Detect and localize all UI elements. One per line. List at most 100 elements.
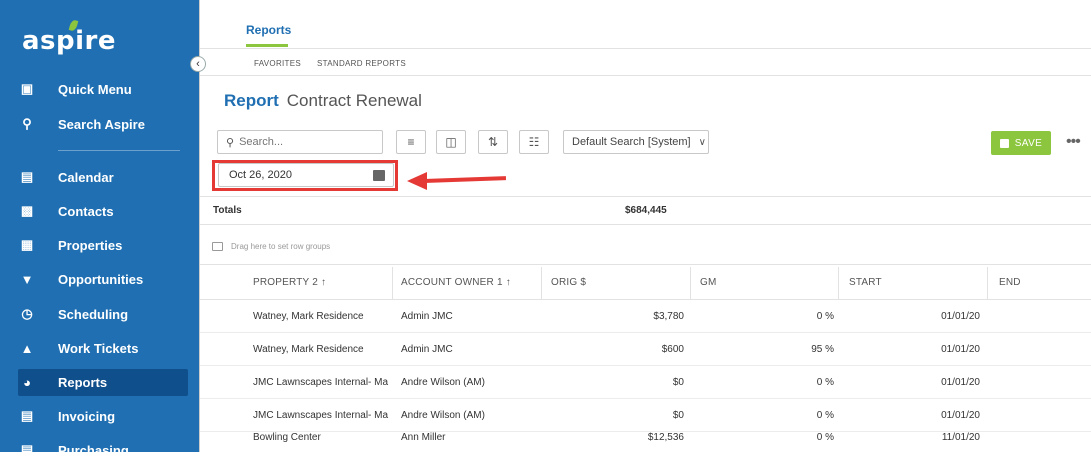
sidebar-item-label: Quick Menu [58,81,132,97]
collapse-sidebar-button[interactable]: ‹ [190,56,206,72]
search-icon: ⚲ [226,136,235,149]
column-divider [392,267,393,299]
sidebar-item-opportunities[interactable]: ▼ Opportunities [20,266,144,292]
row-groups-hint: Drag here to set row groups [231,242,331,251]
cell-start: 01/01/20 [941,311,980,322]
cell-orig: $3,780 [653,311,684,322]
calendar-icon: ▤ [20,169,34,184]
cell-start: 01/01/20 [941,344,980,355]
page-title-report-name: Contract Renewal [286,91,422,110]
table-row[interactable]: JMC Lawnscapes Internal- Ma Andre Wilson… [200,366,1091,399]
save-button[interactable]: SAVE [991,131,1051,155]
sliders-icon: ≡ [407,135,415,149]
sidebar-item-contacts[interactable]: ▩ Contacts [20,198,114,224]
subtab-favorites[interactable]: FAVORITES [254,59,301,68]
floppy-disk-icon [999,138,1009,148]
contacts-icon: ▩ [20,203,34,218]
sidebar-item-search-aspire[interactable]: ⚲ Search Aspire [20,111,145,137]
totals-label: Totals [213,205,242,216]
columns-icon: ◫ [445,135,457,149]
table-row[interactable]: Bowling Center Ann Miller $12,536 0 % 11… [200,418,1091,452]
cell-gm: 0 % [816,432,834,443]
trophy-icon: ▼ [20,271,34,287]
cell-orig: $600 [661,344,684,355]
sidebar: aspire ▣ Quick Menu ⚲ Search Aspire ▤ Ca… [0,0,199,458]
column-header-orig[interactable]: ORIG $ [551,277,586,288]
aspire-logo: aspire [22,26,116,56]
columns-button[interactable]: ◫ [436,130,466,154]
filter-settings-button[interactable]: ≡ [396,130,426,154]
more-options-button[interactable]: ••• [1066,133,1081,151]
group-button[interactable]: ☷ [519,130,549,154]
sort-icon: ⇅ [487,135,499,149]
sidebar-item-properties[interactable]: ▦ Properties [20,232,122,258]
row-group-icon [212,242,223,251]
sidebar-item-label: Invoicing [58,408,116,424]
column-divider [838,267,839,299]
sidebar-item-label: Opportunities [58,271,144,287]
save-button-label: SAVE [1014,137,1043,149]
search-field[interactable]: ⚲ [217,130,383,154]
sidebar-item-label: Calendar [58,169,114,185]
cell-orig: $12,536 [647,432,684,443]
divider [200,224,1091,225]
cell-property: Watney, Mark Residence [253,344,364,355]
column-header-account-owner[interactable]: ACCOUNT OWNER 1 ↑ [401,277,511,288]
row-groups-dropzone[interactable]: Drag here to set row groups [212,242,330,251]
column-divider [541,267,542,299]
sidebar-divider [58,150,180,151]
page-title-prefix: Report [224,91,279,110]
properties-icon: ▦ [20,237,34,252]
column-header-property[interactable]: PROPERTY 2 ↑ [253,277,326,288]
sidebar-item-label: Properties [58,237,123,253]
sidebar-item-label: Purchasing [58,442,129,458]
saved-search-select[interactable]: Default Search [System] ∨ [563,130,709,154]
sort-button[interactable]: ⇅ [478,130,508,154]
sidebar-item-work-tickets[interactable]: ▲ Work Tickets [20,335,139,361]
column-divider [987,267,988,299]
column-header-end[interactable]: END [999,277,1021,288]
saved-search-value: Default Search [System] [572,136,691,148]
scheduling-icon: ◷ [21,306,33,321]
cell-account-owner: Admin JMC [401,344,453,355]
cell-gm: 0 % [816,311,834,322]
column-header-start[interactable]: START [849,277,882,288]
annotation-arrow-line [423,176,507,183]
clipboard-icon: ▲ [20,340,34,356]
tab-reports[interactable]: Reports [246,23,291,37]
invoice-icon: ▤ [20,408,34,423]
cell-gm: 95 % [811,344,834,355]
sidebar-item-reports[interactable]: ◕ Reports [20,369,107,395]
quick-menu-icon: ▣ [20,81,34,96]
cell-account-owner: Admin JMC [401,311,453,322]
page-title: Report Contract Renewal [224,91,422,111]
search-icon: ⚲ [22,116,32,131]
divider [200,48,1091,49]
table-row[interactable]: Watney, Mark Residence Admin JMC $600 95… [200,333,1091,366]
table-row[interactable]: Watney, Mark Residence Admin JMC $3,780 … [200,300,1091,333]
sidebar-item-label: Scheduling [58,306,129,322]
subtab-standard-reports[interactable]: STANDARD REPORTS [317,59,406,68]
cell-account-owner: Andre Wilson (AM) [401,377,485,388]
sidebar-item-quick-menu[interactable]: ▣ Quick Menu [20,76,132,102]
pie-chart-icon: ◕ [23,374,31,390]
search-input[interactable] [239,136,370,148]
sidebar-item-scheduling[interactable]: ◷ Scheduling [20,301,128,327]
divider [200,196,1091,197]
chevron-down-icon: ∨ [698,136,706,148]
column-header-gm[interactable]: GM [700,277,717,288]
sidebar-item-purchasing[interactable]: ▤ Purchasing [20,437,129,463]
active-tab-underline [246,44,288,47]
sidebar-item-calendar[interactable]: ▤ Calendar [20,164,114,190]
column-divider [690,267,691,299]
sidebar-item-invoicing[interactable]: ▤ Invoicing [20,403,115,429]
cell-account-owner: Ann Miller [401,432,446,443]
cell-property: JMC Lawnscapes Internal- Ma [253,377,389,388]
main-content: Reports FAVORITES STANDARD REPORTS Repor… [199,0,1091,452]
cell-property: Bowling Center [253,432,321,443]
cell-start: 11/01/20 [941,432,980,443]
purchasing-icon: ▤ [20,442,34,457]
hierarchy-icon: ☷ [528,135,540,149]
divider [200,264,1091,265]
cell-gm: 0 % [816,377,834,388]
